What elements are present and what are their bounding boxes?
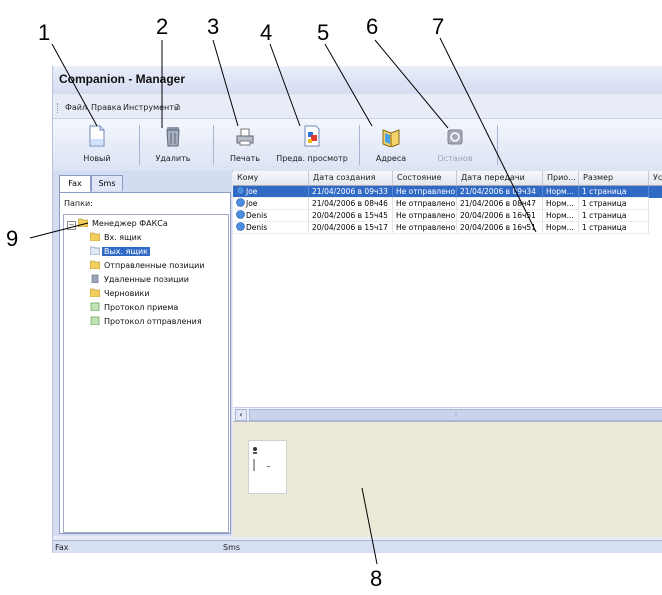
callout-leader-lines [29,37,537,565]
